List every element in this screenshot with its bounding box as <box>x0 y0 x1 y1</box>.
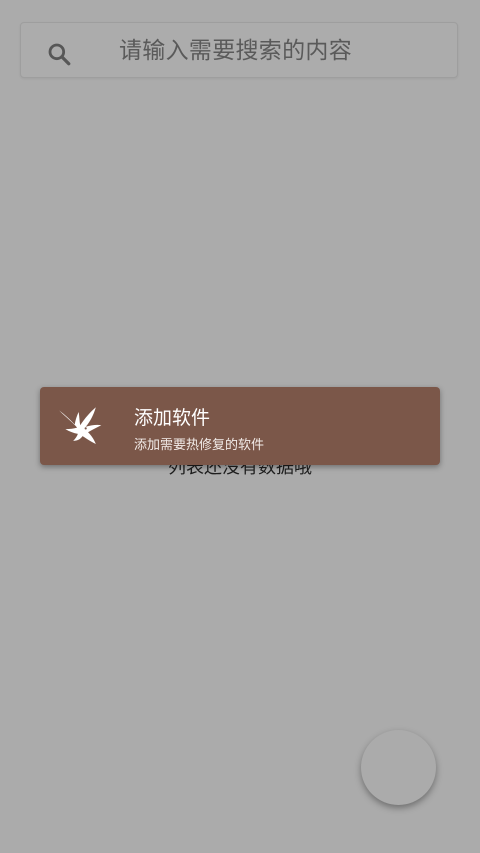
card-subtitle: 添加需要热修复的软件 <box>134 438 265 453</box>
floating-action-button[interactable] <box>361 730 436 805</box>
search-icon[interactable] <box>46 41 72 67</box>
eagle-icon <box>59 407 102 444</box>
add-software-card[interactable]: 添加软件 添加需要热修复的软件 <box>40 387 440 465</box>
search-input[interactable]: 请输入需要搜索的内容 <box>119 36 419 66</box>
search-bar[interactable]: 请输入需要搜索的内容 <box>20 22 458 78</box>
card-title: 添加软件 <box>134 407 211 429</box>
